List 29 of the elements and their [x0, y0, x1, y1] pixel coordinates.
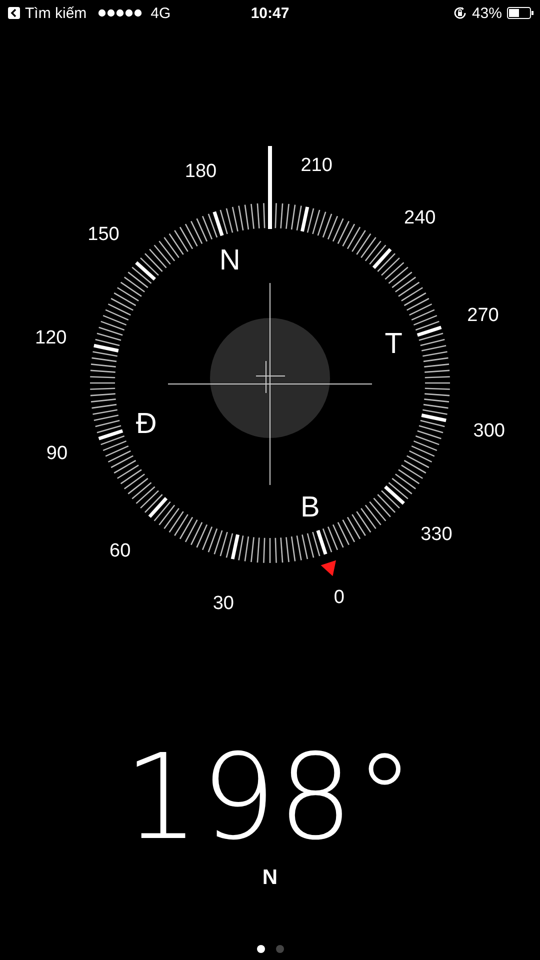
- degree-label: 60: [110, 540, 131, 562]
- cardinal-letter: T: [384, 328, 402, 360]
- north-marker-icon: [320, 560, 336, 576]
- degree-label: 300: [473, 420, 505, 442]
- rotation-lock-icon: [452, 6, 467, 20]
- heading-direction: N: [262, 866, 278, 890]
- network-type: 4G: [150, 4, 171, 22]
- page-dot[interactable]: [256, 945, 264, 953]
- degree-label: 0: [334, 587, 344, 608]
- clock-time: 10:47: [250, 4, 290, 22]
- degree-label: 330: [420, 524, 452, 545]
- signal-icon: [98, 9, 142, 17]
- battery-percent: 43%: [472, 4, 502, 22]
- degree-label: 120: [35, 327, 67, 348]
- degree-label: 240: [404, 208, 436, 229]
- cardinal-letter: B: [300, 492, 320, 524]
- cardinal-letter: Đ: [136, 408, 157, 440]
- battery-icon: [507, 7, 534, 19]
- cardinal-letter: N: [219, 244, 240, 276]
- degree-label: 90: [46, 443, 68, 464]
- page-dot[interactable]: [276, 945, 284, 953]
- degree-label: 270: [467, 304, 499, 326]
- heading-degrees: 198°: [124, 738, 416, 856]
- degree-label: 210: [300, 154, 332, 176]
- degree-label: 180: [184, 160, 217, 182]
- degree-label: 150: [88, 224, 120, 246]
- back-label[interactable]: Tìm kiếm: [25, 4, 87, 22]
- degree-label: 30: [212, 593, 234, 614]
- back-icon[interactable]: [8, 7, 20, 19]
